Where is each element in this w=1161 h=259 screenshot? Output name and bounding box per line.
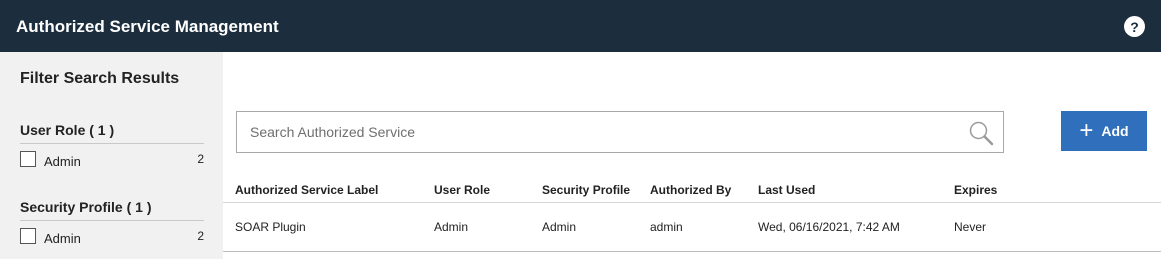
column-header[interactable]: Last Used	[758, 183, 815, 197]
table-cell: Admin	[542, 220, 577, 234]
facet-option-label: Admin	[44, 231, 81, 246]
table-cell: SOAR Plugin	[235, 220, 306, 234]
column-header[interactable]: Authorized Service Label	[235, 183, 378, 197]
table-cell: Wed, 06/16/2021, 7:42 AM	[758, 220, 900, 234]
sidebar-title: Filter Search Results	[20, 70, 180, 87]
facet-security-profile-title: Security Profile ( 1 )	[20, 199, 204, 221]
column-header[interactable]: Authorized By	[650, 183, 731, 197]
column-header[interactable]: Expires	[954, 183, 997, 197]
table-row[interactable]: SOAR Plugin Admin Admin admin Wed, 06/16…	[223, 203, 1161, 252]
page-title: Authorized Service Management	[16, 17, 279, 36]
plus-icon: +	[1079, 117, 1094, 144]
filter-sidebar: Filter Search Results User Role ( 1 ) Ad…	[0, 52, 223, 259]
search-icon[interactable]	[968, 120, 994, 146]
user-role-admin-checkbox[interactable]	[20, 151, 36, 167]
column-header[interactable]: Security Profile	[542, 183, 630, 197]
table-cell: admin	[650, 220, 683, 234]
search-input[interactable]	[237, 112, 957, 152]
add-button-label: Add	[1101, 123, 1129, 139]
table-cell: Admin	[434, 220, 469, 234]
facet-security-profile-option[interactable]: Admin 2	[20, 228, 204, 246]
facet-user-role-title: User Role ( 1 )	[20, 122, 204, 144]
help-icon[interactable]: ?	[1124, 16, 1145, 37]
facet-option-count: 2	[197, 152, 204, 166]
facet-user-role-option[interactable]: Admin 2	[20, 151, 204, 169]
app-header: Authorized Service Management ?	[0, 0, 1161, 52]
security-profile-admin-checkbox[interactable]	[20, 228, 36, 244]
facet-option-label: Admin	[44, 154, 81, 169]
facet-option-count: 2	[197, 229, 204, 243]
table-cell: Never	[954, 220, 987, 234]
add-button[interactable]: + Add	[1061, 111, 1147, 151]
column-header[interactable]: User Role	[434, 183, 490, 197]
search-box	[236, 111, 1004, 153]
